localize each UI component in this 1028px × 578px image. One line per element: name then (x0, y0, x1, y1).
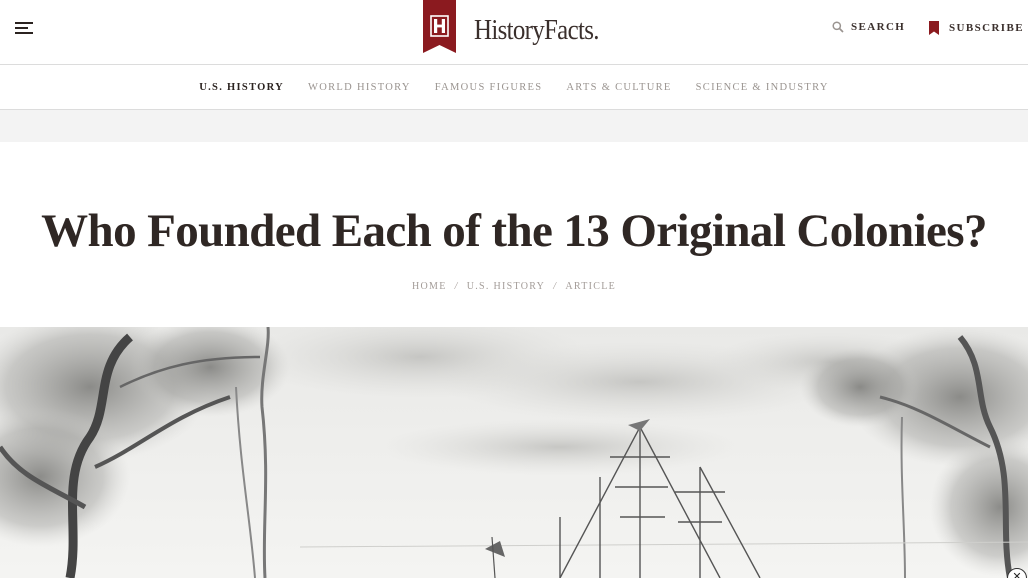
article-title: Who Founded Each of the 13 Original Colo… (41, 205, 987, 257)
logo-wordmark: HistoryFacts. (474, 14, 599, 46)
ad-placeholder (0, 110, 1028, 142)
hamburger-menu-icon[interactable] (15, 21, 33, 35)
nav-item-us-history[interactable]: U.S. HISTORY (199, 82, 284, 93)
nav-item-famous-figures[interactable]: FAMOUS FIGURES (435, 82, 543, 93)
ship-landscape-sketch (0, 327, 1028, 578)
breadcrumb-article[interactable]: ARTICLE (565, 281, 616, 292)
logo-badge-icon (423, 0, 456, 53)
search-label: SEARCH (851, 21, 906, 33)
category-nav: U.S. HISTORY WORLD HISTORY FAMOUS FIGURE… (0, 65, 1028, 110)
nav-item-science-industry[interactable]: SCIENCE & INDUSTRY (696, 82, 829, 93)
subscribe-label: SUBSCRIBE (949, 22, 1024, 34)
search-icon (832, 21, 844, 33)
breadcrumb-separator: / (553, 281, 558, 292)
breadcrumb-separator: / (454, 281, 459, 292)
nav-item-arts-culture[interactable]: ARTS & CULTURE (566, 82, 671, 93)
search-button[interactable]: SEARCH (832, 21, 905, 33)
breadcrumb-home[interactable]: HOME (412, 281, 447, 292)
nav-item-world-history[interactable]: WORLD HISTORY (308, 82, 411, 93)
subscribe-button[interactable]: SUBSCRIBE (928, 21, 1024, 35)
bookmark-icon (929, 21, 939, 35)
breadcrumb: HOME / U.S. HISTORY / ARTICLE (0, 281, 1028, 292)
breadcrumb-us-history[interactable]: U.S. HISTORY (467, 281, 546, 292)
hero-illustration (0, 327, 1028, 578)
site-header: HistoryFacts. SEARCH SUBSCRIBE (0, 0, 1028, 65)
site-logo[interactable]: HistoryFacts. (423, 0, 619, 54)
